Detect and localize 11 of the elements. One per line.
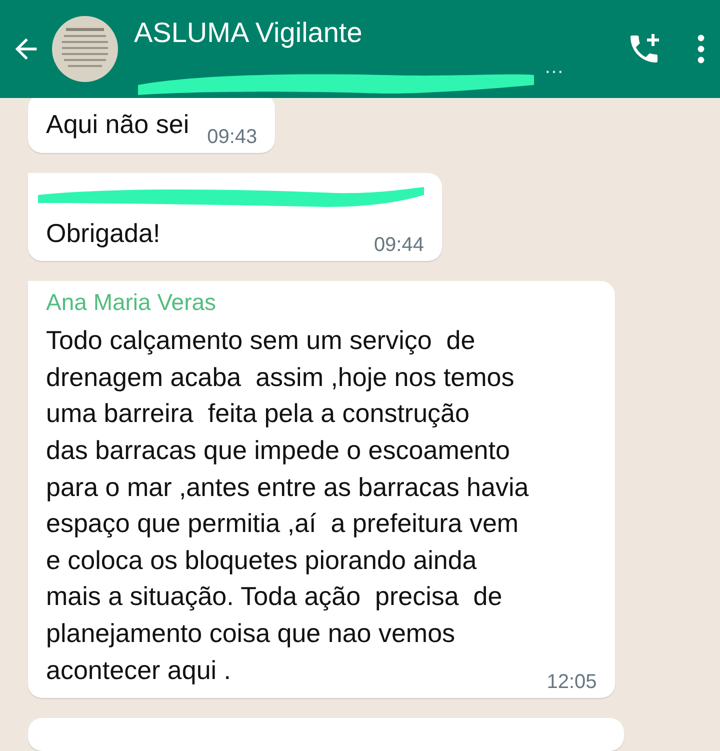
message-time: 09:44 — [374, 234, 424, 258]
sender-name: Ana Maria Veras — [46, 289, 218, 316]
message-text: Obrigada! — [46, 216, 160, 250]
message-text: Aqui não sei — [46, 108, 190, 141]
group-avatar[interactable] — [52, 16, 118, 82]
menu-icon[interactable] — [696, 34, 706, 64]
message-text: Todo calçamento sem um serviço de drenagem acaba assim ,hoje nos temos uma barreira feita pela a construção das barracas que impede o escoamento para o mar ,antes entre as barracas havia espaço que permitia ,aí a prefeitura vem e coloca os bloquetes piorando ainda mais a situação. Toda ação precisa de planejamento coisa que nao vemos acontecer aqui . — [46, 324, 529, 687]
message-time: 12:05 — [546, 671, 597, 694]
ellipsis: … — [544, 56, 564, 78]
message-time: 09:43 — [207, 126, 258, 149]
group-title: ASLUMA Vigilante — [134, 17, 364, 49]
